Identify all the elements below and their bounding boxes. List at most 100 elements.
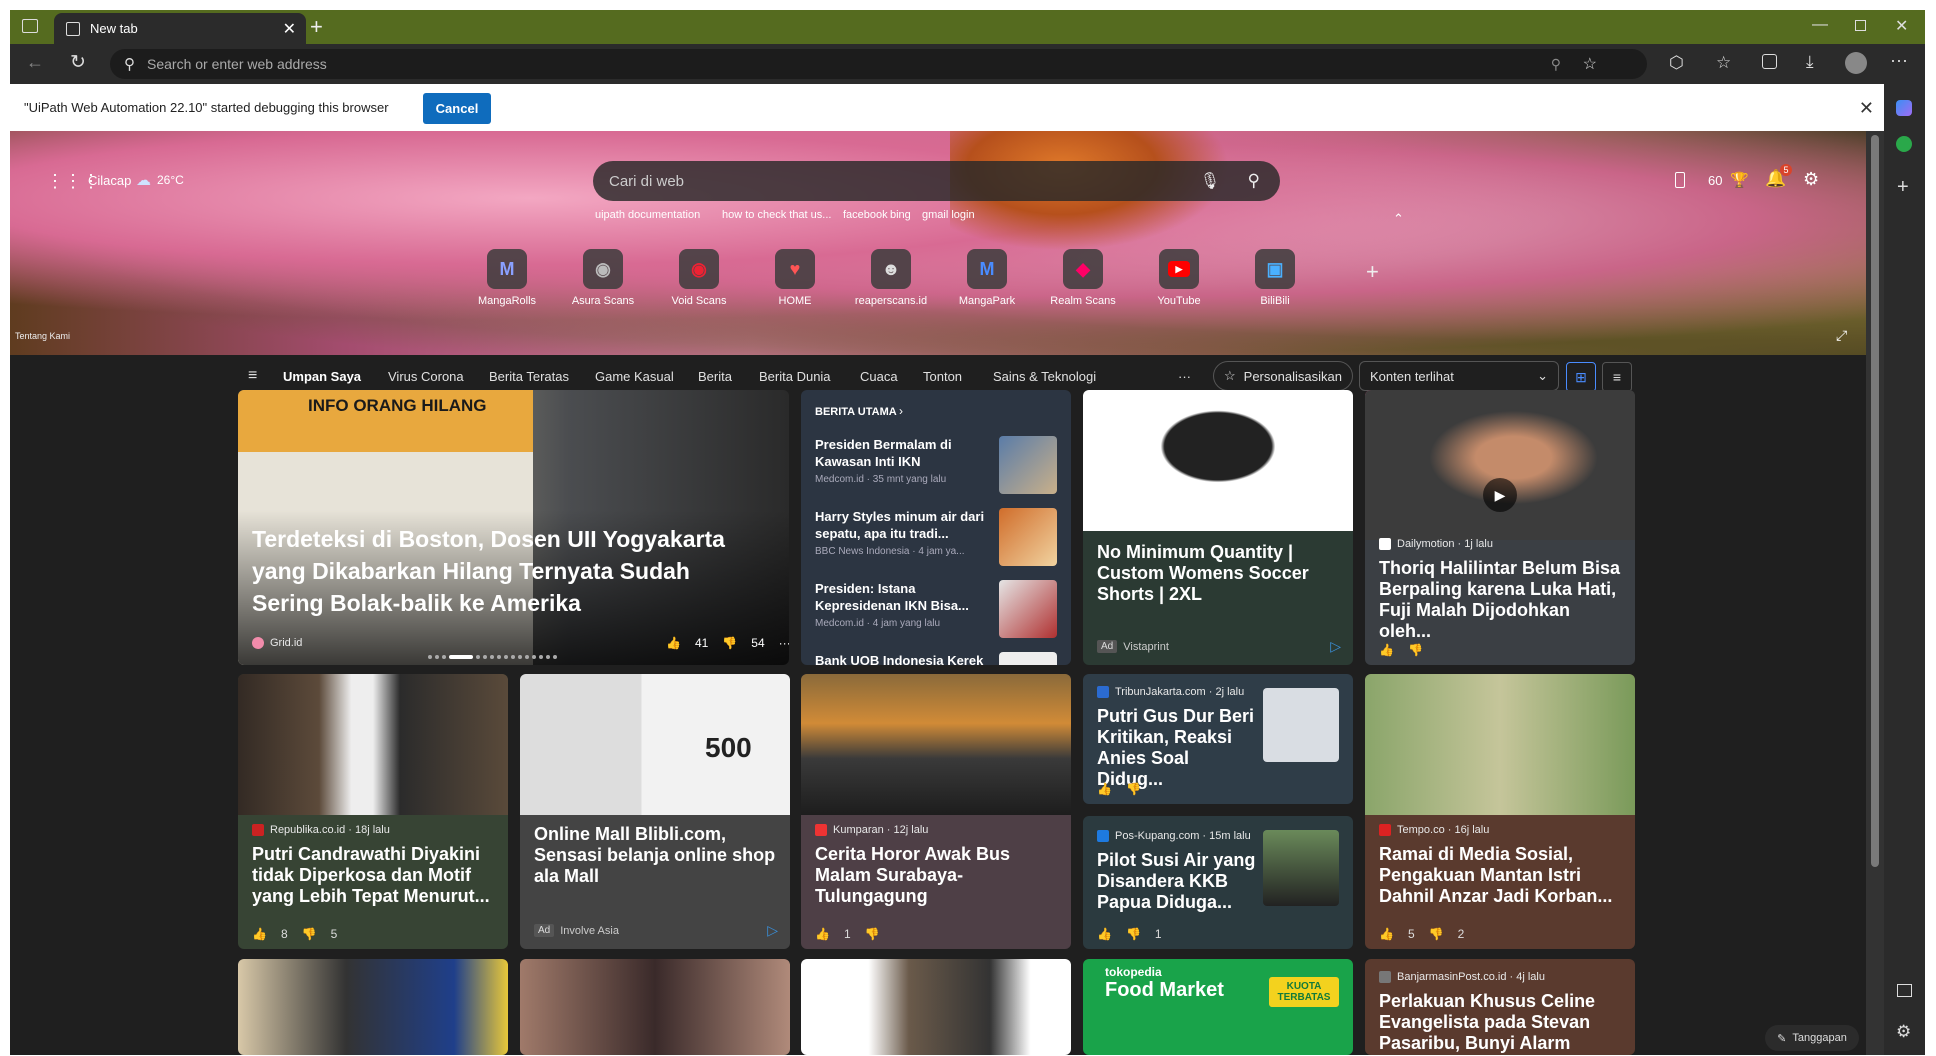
page-settings-icon[interactable]: ⚙ xyxy=(1803,169,1819,190)
mobile-icon[interactable] xyxy=(1675,172,1685,188)
nav-item[interactable]: Berita Dunia xyxy=(759,369,831,384)
search-submit-icon[interactable]: ⚲ xyxy=(1248,171,1260,191)
like-icon[interactable]: 👍 xyxy=(1379,643,1394,657)
dislike-icon[interactable]: 👎 xyxy=(865,927,880,941)
nav-item[interactable]: Berita xyxy=(698,369,732,384)
weather-temp[interactable]: 26°C xyxy=(157,173,184,187)
minimize-icon[interactable]: — xyxy=(1812,16,1828,34)
expand-icon[interactable]: ⤢ xyxy=(1836,327,1847,344)
back-icon[interactable]: ← xyxy=(26,52,44,73)
refresh-icon[interactable]: ↻ xyxy=(70,51,86,74)
ad-card[interactable]: No Minimum Quantity | Custom Womens Socc… xyxy=(1083,390,1353,665)
quicklink-tile[interactable]: ☻ reaperscans.id xyxy=(849,249,933,307)
tab-new[interactable]: New tab ✕ xyxy=(54,13,306,44)
copilot-icon[interactable] xyxy=(1896,100,1912,116)
add-sidebar-icon[interactable]: + xyxy=(1897,176,1909,199)
tab-actions-icon[interactable] xyxy=(22,19,38,33)
quicklink-tile[interactable]: M MangaPark xyxy=(945,249,1029,307)
page-scrollbar[interactable] xyxy=(1866,131,1884,1055)
nav-item[interactable]: Cuaca xyxy=(860,369,898,384)
hero-card[interactable]: INFO ORANG HILANG Terdeteksi di Boston, … xyxy=(238,390,789,665)
play-icon[interactable]: ▶ xyxy=(1483,478,1517,512)
sidebar-settings-icon[interactable]: ⚙ xyxy=(1896,1022,1911,1042)
dislike-icon[interactable]: 👎 xyxy=(1408,643,1423,657)
quicklink-tile[interactable]: ♥ HOME xyxy=(753,249,837,307)
adchoices-icon[interactable]: ▷ xyxy=(767,922,778,939)
close-infobar-icon[interactable]: ✕ xyxy=(1859,98,1874,119)
quicklink-tile[interactable]: ◆ Realm Scans xyxy=(1041,249,1125,307)
suggestion[interactable]: how to check that us... xyxy=(722,209,831,221)
address-bar[interactable]: ⚲ Search or enter web address ⚲ ☆ xyxy=(110,49,1647,79)
collapse-chevron-icon[interactable]: ⌃ xyxy=(1393,211,1404,227)
news-card[interactable] xyxy=(238,959,508,1055)
ad-card[interactable]: tokopedia Food Market KUOTA TERBATAS xyxy=(1083,959,1353,1055)
profile-avatar[interactable] xyxy=(1845,52,1867,74)
like-icon[interactable]: 👍 xyxy=(815,927,830,941)
microphone-icon[interactable]: 🎙 xyxy=(1200,171,1220,191)
news-card[interactable]: Pos-Kupang.com · 15m lalu Pilot Susi Air… xyxy=(1083,816,1353,949)
dislike-icon[interactable]: 👎 xyxy=(302,927,317,941)
hamburger-icon[interactable]: ≡ xyxy=(248,367,257,385)
ad-card[interactable]: 500 Online Mall Blibli.com, Sensasi bela… xyxy=(520,674,790,949)
rewards-trophy-icon[interactable]: 🏆 xyxy=(1730,171,1749,189)
more-menu-icon[interactable]: ··· xyxy=(1890,50,1908,71)
news-card[interactable] xyxy=(520,959,790,1055)
quicklink-tile[interactable]: ◉ Asura Scans xyxy=(561,249,645,307)
favorite-add-icon[interactable]: ☆ xyxy=(1583,54,1597,74)
personalize-button[interactable]: ☆ Personalisasikan xyxy=(1213,361,1353,391)
rewards-points[interactable]: 60 xyxy=(1708,173,1722,188)
like-icon[interactable]: 👍 xyxy=(1097,927,1112,941)
quicklink-tile[interactable]: ◉ Void Scans xyxy=(657,249,741,307)
feedback-button[interactable]: ✎ Tanggapan xyxy=(1765,1025,1859,1051)
nav-item[interactable]: Tonton xyxy=(923,369,962,384)
video-card[interactable]: ▶ Dailymotion · 1j lalu Thoriq Halilinta… xyxy=(1365,390,1635,665)
favorites-icon[interactable]: ☆ xyxy=(1716,53,1731,73)
news-card[interactable] xyxy=(801,959,1071,1055)
grid-view-icon[interactable]: ⊞ xyxy=(1566,362,1596,392)
nav-item[interactable]: Game Kasual xyxy=(595,369,674,384)
news-card[interactable]: BanjarmasinPost.co.id · 4j lalu Perlakua… xyxy=(1365,959,1635,1055)
like-icon[interactable]: 👍 xyxy=(1097,782,1112,796)
adchoices-icon[interactable]: ▷ xyxy=(1330,638,1341,655)
dislike-icon[interactable]: 👎 xyxy=(1429,927,1444,941)
suggestion[interactable]: gmail login xyxy=(922,209,975,221)
close-tab-icon[interactable]: ✕ xyxy=(283,19,296,39)
list-view-icon[interactable]: ≡ xyxy=(1602,362,1632,392)
news-card[interactable]: Kumparan · 12j lalu Cerita Horor Awak Bu… xyxy=(801,674,1071,949)
story-item[interactable]: Presiden Bermalam di Kawasan Inti IKN Med… xyxy=(815,436,985,485)
content-visible-select[interactable]: Konten terlihat ⌄ xyxy=(1359,361,1559,391)
close-window-icon[interactable]: ✕ xyxy=(1895,16,1908,36)
quicklink-tile[interactable]: ▶ YouTube xyxy=(1137,249,1221,307)
add-shortcut-icon[interactable]: + xyxy=(1366,259,1379,285)
dislike-icon[interactable]: 👎 xyxy=(1126,782,1141,796)
more-options-icon[interactable]: ··· xyxy=(779,636,789,650)
news-card[interactable]: TribunJakarta.com · 2j lalu Putri Gus Du… xyxy=(1083,674,1353,804)
like-icon[interactable]: 👍 xyxy=(666,636,681,650)
quicklink-tile[interactable]: M MangaRolls xyxy=(465,249,549,307)
web-search-input[interactable]: Cari di web 🎙 ⚲ xyxy=(593,161,1280,201)
nav-more[interactable]: ··· xyxy=(1178,369,1191,384)
suggestion[interactable]: facebook xyxy=(843,209,888,221)
dislike-icon[interactable]: 👎 xyxy=(1126,927,1141,941)
carousel-dots[interactable] xyxy=(428,655,557,659)
restore-icon[interactable] xyxy=(1855,20,1866,31)
news-card[interactable]: Republika.co.id · 18j lalu Putri Candraw… xyxy=(238,674,508,949)
app-icon[interactable] xyxy=(1896,136,1912,152)
collections-icon[interactable] xyxy=(1762,54,1777,69)
like-icon[interactable]: 👍 xyxy=(252,927,267,941)
suggestion[interactable]: uipath documentation xyxy=(595,209,700,221)
top-stories-header[interactable]: BERITA UTAMA xyxy=(815,406,897,418)
hide-sidebar-icon[interactable] xyxy=(1897,984,1912,997)
nav-item[interactable]: Virus Corona xyxy=(388,369,464,384)
cancel-button[interactable]: Cancel xyxy=(423,93,491,124)
nav-item[interactable]: Sains & Teknologi xyxy=(993,369,1096,384)
dislike-icon[interactable]: 👎 xyxy=(722,636,737,650)
story-item[interactable]: Presiden: Istana Kepresidenan IKN Bisa..… xyxy=(815,580,985,629)
new-tab-button[interactable]: + xyxy=(310,14,323,40)
about-link[interactable]: Tentang Kami xyxy=(15,331,70,341)
downloads-icon[interactable]: ⤓ xyxy=(1806,52,1814,72)
suggestion[interactable]: bing xyxy=(890,209,911,221)
nav-item-umpan-saya[interactable]: Umpan Saya xyxy=(283,369,361,384)
chevron-right-icon[interactable]: › xyxy=(899,404,903,418)
quicklink-tile[interactable]: ▣ BiliBili xyxy=(1233,249,1317,307)
